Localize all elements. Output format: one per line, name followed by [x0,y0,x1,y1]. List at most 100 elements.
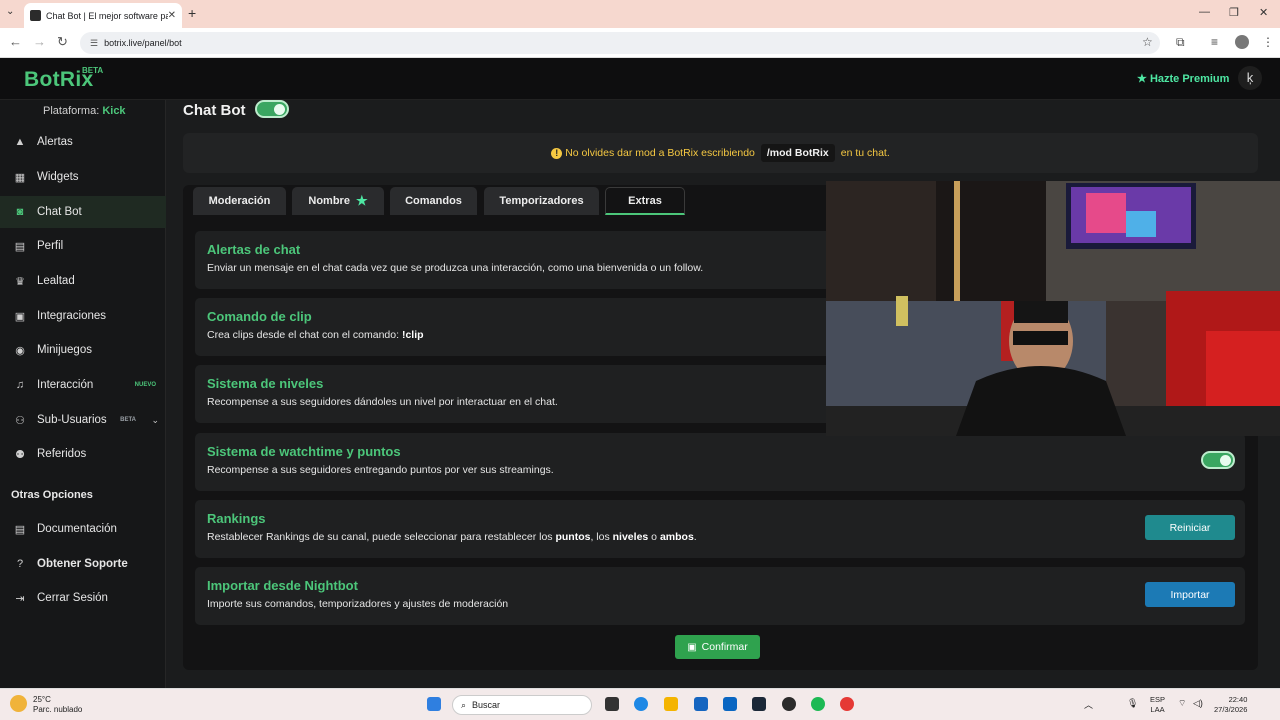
logo-beta-badge: BETA [82,66,104,75]
tab-label: Comandos [405,195,462,207]
browser-tab[interactable]: Chat Bot | El mejor software pa ✕ [24,3,182,28]
robot-icon: ◙ [16,206,24,218]
sidebar-item-label: Chat Bot [37,206,82,218]
card-description: Importe sus comandos, temporizadores y a… [207,598,509,610]
sidebar-item-perfil[interactable]: ▤ Perfil [0,230,166,262]
taskbar-search[interactable]: ⌕ Buscar [452,695,592,715]
windows-taskbar: 25°C Parc. nublado ⌕ Buscar ︿ 🎙 ESP LAA … [0,688,1280,720]
chrome-icon[interactable] [840,697,854,711]
file-explorer-icon[interactable] [664,697,678,711]
obs-icon[interactable] [782,697,796,711]
volume-icon[interactable]: ◁) [1193,698,1203,709]
star-icon: ★ [1137,73,1147,85]
sidebar-item-cerrar-sesion[interactable]: ⇥ Cerrar Sesión [0,582,166,614]
chat-bot-toggle[interactable] [255,100,289,118]
sidebar-section-title: Otras Opciones [11,489,93,501]
card-description: Crea clips desde el chat con el comando:… [207,329,424,341]
favicon-icon [30,10,41,21]
tab-nombre[interactable]: Nombre ★ [292,187,384,215]
desc-bold-niveles: niveles [612,531,649,543]
spotify-icon[interactable] [811,697,825,711]
tab-moderacion[interactable]: Moderación [193,187,286,215]
forward-icon[interactable]: → [33,34,46,49]
temperature: 25°C [33,695,51,704]
tab-extras[interactable]: Extras [605,187,685,215]
sidebar-item-lealtad[interactable]: ♛ Lealtad [0,265,166,297]
sidebar-item-interaccion[interactable]: ♫ Interacción NUEVO [0,369,166,401]
tab-label: Moderación [208,195,271,207]
notice-code: /mod BotRix [760,144,835,162]
tab-search-icon[interactable]: ⌄ [6,6,14,17]
media-icon[interactable]: ≡ [1211,35,1218,49]
sidebar-item-label: Perfil [37,240,64,252]
extensions-icon[interactable]: ⧉ [1176,35,1185,50]
outlook-icon[interactable] [723,697,737,711]
wifi-icon[interactable]: ⌔ [1178,698,1186,709]
chevron-down-icon[interactable]: ⌄ [151,415,159,426]
browser-tab-bar: ⌄ Chat Bot | El mejor software pa ✕ + — … [0,0,1280,28]
url-field[interactable]: ☰ botrix.live/panel/bot [80,32,1160,54]
sidebar-item-widgets[interactable]: ▦ Widgets [0,161,166,193]
card-title: Sistema de niveles [207,376,324,391]
sidebar-item-label: Documentación [37,523,117,535]
profile-avatar[interactable] [1235,35,1249,49]
sidebar-item-soporte[interactable]: ? Obtener Soporte [0,548,166,580]
watchtime-toggle[interactable] [1201,451,1235,469]
minimize-icon[interactable]: — [1199,6,1210,18]
help-icon: ? [16,558,24,570]
weather-text: Parc. nublado [33,705,83,714]
sidebar-item-integraciones[interactable]: ▣ Integraciones [0,300,166,332]
card-description-text: Crea clips desde el chat con el comando: [207,329,400,341]
site-info-icon[interactable]: ☰ [90,38,98,49]
bookmark-star-icon[interactable]: ☆ [1142,35,1153,49]
back-icon[interactable]: ← [9,34,22,49]
windows-start-icon[interactable] [427,697,441,711]
sidebar-item-minijuegos[interactable]: ◉ Minijuegos [0,334,166,366]
weather-widget[interactable]: 25°C Parc. nublado [10,695,82,715]
card-title: Comando de clip [207,309,312,324]
new-tab-icon[interactable]: + [188,5,196,21]
taskbar-clock[interactable]: 22:40 27/3/2026 [1214,695,1247,715]
sidebar-item-alertas[interactable]: ▲ Alertas [0,126,166,158]
restore-icon[interactable]: ❐ [1229,6,1239,19]
tab-label: Nombre [308,195,350,207]
sidebar-item-label: Referidos [37,448,87,460]
edge-icon[interactable] [634,697,648,711]
music-icon: ♫ [15,379,25,391]
store-icon[interactable] [694,697,708,711]
steam-icon[interactable] [752,697,766,711]
language: ESP [1150,695,1166,704]
close-window-icon[interactable]: ✕ [1259,6,1268,19]
premium-link[interactable]: ★ Hazte Premium [1137,72,1229,85]
webcam-overlay [826,181,1280,436]
card-title: Sistema de watchtime y puntos [207,444,401,459]
card-title: Alertas de chat [207,242,301,257]
language-indicator[interactable]: ESP LAA [1150,695,1165,715]
tab-temporizadores[interactable]: Temporizadores [484,187,599,215]
reload-icon[interactable]: ↻ [57,34,68,50]
microphone-icon[interactable]: 🎙 [1127,698,1138,709]
sidebar-item-documentacion[interactable]: ▤ Documentación [0,513,166,545]
sidebar-item-label: Alertas [37,136,73,148]
clock-time: 22:40 [1228,695,1248,704]
browser-menu-icon[interactable]: ⋮ [1262,35,1274,49]
url-text: botrix.live/panel/bot [104,38,182,48]
task-view-icon[interactable] [605,697,619,711]
card-description: Enviar un mensaje en el chat cada vez qu… [207,262,704,274]
sidebar-item-referidos[interactable]: ⚉ Referidos [0,438,166,470]
sidebar-item-chat-bot[interactable]: ◙ Chat Bot [0,196,166,228]
card-description: Restablecer Rankings de su canal, puede … [207,531,697,543]
user-avatar[interactable]: ķ [1238,66,1262,90]
importar-button[interactable]: Importar [1145,582,1235,607]
integrations-icon: ▣ [14,310,26,323]
sidebar-item-sub-usuarios[interactable]: ⚇ Sub-Usuarios BETA ⌄ [0,404,166,436]
confirm-button[interactable]: ▣ Confirmar [675,635,760,659]
tray-chevron-icon[interactable]: ︿ [1084,698,1093,711]
desc-bold-ambos: ambos [659,531,694,543]
close-tab-icon[interactable]: ✕ [168,10,176,21]
widgets-icon: ▦ [14,171,26,184]
logout-icon: ⇥ [15,592,25,605]
reiniciar-button[interactable]: Reiniciar [1145,515,1235,540]
tab-comandos[interactable]: Comandos [390,187,477,215]
gamepad-icon: ◉ [15,344,25,357]
